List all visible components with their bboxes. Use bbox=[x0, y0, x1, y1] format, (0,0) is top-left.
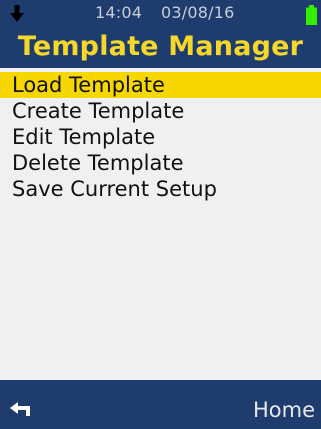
menu-item-save-current-setup[interactable]: Save Current Setup bbox=[0, 176, 321, 202]
download-arrow-icon bbox=[10, 5, 24, 22]
battery-icon bbox=[306, 5, 317, 25]
status-time: 14:04 bbox=[95, 3, 143, 22]
device-screen: 14:04 03/08/16 Template Manager Load Tem… bbox=[0, 0, 321, 429]
page-title: Template Manager bbox=[17, 31, 304, 62]
status-bar: 14:04 03/08/16 bbox=[0, 0, 321, 28]
header: 14:04 03/08/16 Template Manager bbox=[0, 0, 321, 68]
menu-list: Load Template Create Template Edit Templ… bbox=[0, 72, 321, 202]
back-arrow-icon[interactable] bbox=[10, 402, 32, 418]
menu-item-edit-template[interactable]: Edit Template bbox=[0, 124, 321, 150]
menu-item-load-template[interactable]: Load Template bbox=[0, 72, 321, 98]
home-button[interactable]: Home bbox=[253, 396, 315, 424]
menu-item-delete-template[interactable]: Delete Template bbox=[0, 150, 321, 176]
status-date: 03/08/16 bbox=[161, 3, 235, 22]
menu-item-create-template[interactable]: Create Template bbox=[0, 98, 321, 124]
footer-softkey-bar: Home bbox=[0, 380, 321, 429]
